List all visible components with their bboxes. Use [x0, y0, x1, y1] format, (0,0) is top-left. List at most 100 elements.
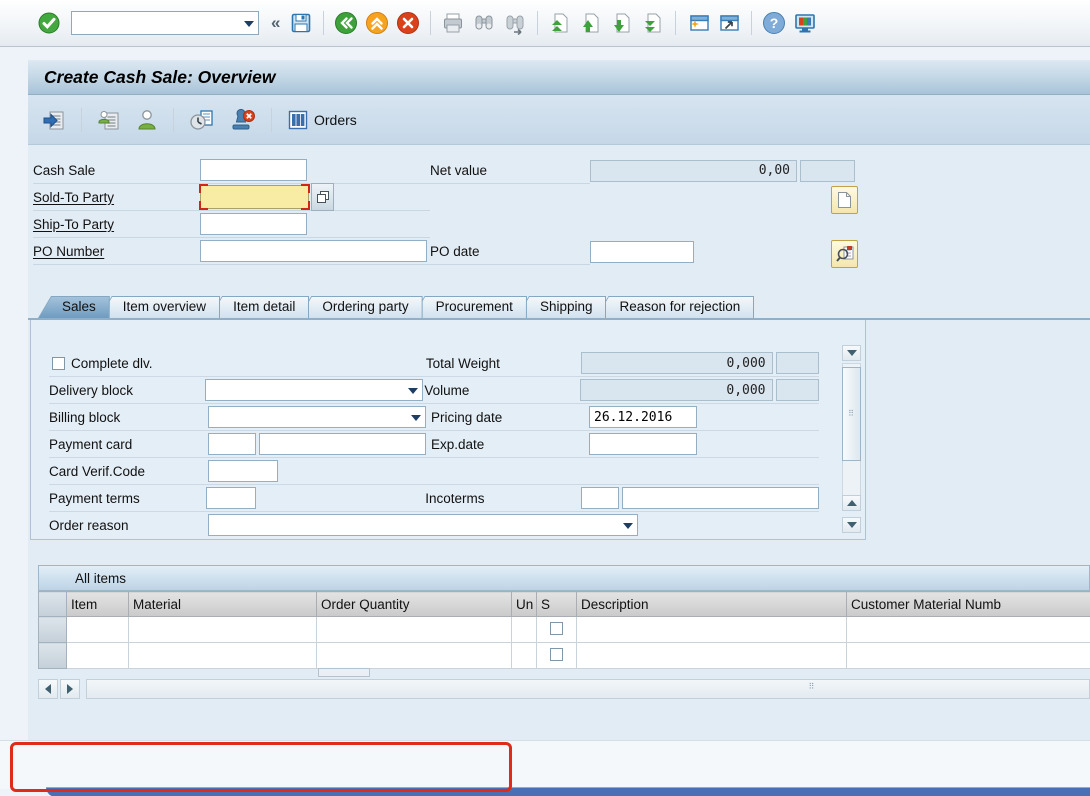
tab-procurement[interactable]: Procurement [412, 296, 527, 318]
scroll-down-button[interactable] [842, 517, 861, 533]
find-next-button[interactable] [502, 10, 528, 36]
col-description[interactable]: Description [577, 592, 847, 617]
tab-ordering-party[interactable]: Ordering party [298, 296, 422, 318]
billing-block-dropdown[interactable] [208, 406, 426, 428]
scroll-top-button[interactable] [842, 345, 861, 361]
search-proposal-button[interactable] [831, 240, 858, 268]
continue-check-button[interactable] [36, 10, 62, 36]
card-verif-code-input[interactable] [208, 460, 278, 482]
s-checkbox[interactable] [550, 622, 563, 635]
cell-un[interactable] [512, 617, 537, 643]
ship-to-party-label[interactable]: Ship-To Party [33, 211, 200, 238]
cell-order-quantity[interactable] [317, 643, 512, 669]
create-document-button[interactable] [831, 186, 858, 214]
vertical-scrollbar[interactable]: ⠿ [842, 345, 861, 539]
complete-dlv-checkbox[interactable] [52, 357, 65, 370]
incoterms-location-input[interactable] [622, 487, 819, 509]
payment-card-row: Payment card Exp.date [49, 431, 819, 458]
card-verif-code-label: Card Verif.Code [49, 464, 208, 479]
exp-date-input[interactable] [589, 433, 697, 455]
cell-item[interactable] [67, 643, 129, 669]
save-button[interactable] [288, 10, 314, 36]
display-partner-button[interactable] [93, 106, 125, 134]
payment-card-number-input[interactable] [259, 433, 426, 455]
select-all-header[interactable] [39, 592, 67, 617]
billing-block-row: Billing block Pricing date [49, 404, 819, 431]
payment-terms-input[interactable] [206, 487, 256, 509]
cell-item[interactable] [67, 617, 129, 643]
new-session-button[interactable] [685, 10, 711, 36]
command-field[interactable] [71, 11, 259, 35]
cell-description[interactable] [577, 643, 847, 669]
cell-material[interactable] [129, 643, 317, 669]
scroll-left-button[interactable] [38, 679, 58, 699]
order-reason-dropdown[interactable] [208, 514, 638, 536]
s-checkbox[interactable] [550, 648, 563, 661]
po-number-label[interactable]: PO Number [33, 238, 200, 265]
cash-sale-input[interactable] [200, 159, 307, 181]
print-button[interactable] [440, 10, 466, 36]
scroll-up-button[interactable] [842, 495, 861, 511]
tab-item-overview[interactable]: Item overview [99, 296, 220, 318]
incoterms-code-input[interactable] [581, 487, 619, 509]
reject-document-button[interactable] [226, 106, 260, 134]
table-scrollbar-thumb[interactable] [318, 668, 370, 677]
scroll-right-button[interactable] [60, 679, 80, 699]
cell-un[interactable] [512, 643, 537, 669]
payment-card-type-input[interactable] [208, 433, 256, 455]
back-button[interactable] [333, 10, 359, 36]
collapse-toolbar-button[interactable]: « [268, 13, 283, 33]
col-un[interactable]: Un [512, 592, 537, 617]
sold-to-party-field[interactable] [200, 185, 309, 209]
document-flow-button[interactable] [38, 106, 70, 134]
sold-to-row: Sold-To Party [28, 184, 1090, 211]
orders-button[interactable]: Orders [283, 107, 361, 133]
row-selector[interactable] [39, 643, 67, 669]
col-s[interactable]: S [537, 592, 577, 617]
pricing-date-input[interactable] [589, 406, 697, 428]
po-date-input[interactable] [590, 241, 694, 263]
po-number-input[interactable] [200, 240, 427, 262]
tab-shipping[interactable]: Shipping [516, 296, 607, 318]
sold-to-party-label[interactable]: Sold-To Party [33, 184, 200, 211]
find-button[interactable] [471, 10, 497, 36]
person-icon [136, 108, 158, 132]
col-material[interactable]: Material [129, 592, 317, 617]
col-order-quantity[interactable]: Order Quantity [317, 592, 512, 617]
command-input[interactable] [77, 15, 240, 32]
previous-page-button[interactable] [578, 10, 604, 36]
col-item[interactable]: Item [67, 592, 129, 617]
sold-to-party-input[interactable] [201, 186, 308, 208]
last-page-button[interactable] [640, 10, 666, 36]
all-items-title: All items [75, 571, 126, 586]
exit-button[interactable] [364, 10, 390, 36]
first-page-button[interactable] [547, 10, 573, 36]
binoculars-next-icon [503, 11, 527, 35]
back-icon [334, 11, 358, 35]
hscrollbar-track[interactable]: ⠿ [86, 679, 1090, 699]
cell-customer-material[interactable] [847, 643, 1090, 669]
tab-sales[interactable]: Sales [38, 296, 110, 318]
delivery-block-dropdown[interactable] [205, 379, 423, 401]
next-page-button[interactable] [609, 10, 635, 36]
col-customer-material[interactable]: Customer Material Numb [847, 592, 1090, 617]
cell-description[interactable] [577, 617, 847, 643]
cell-customer-material[interactable] [847, 617, 1090, 643]
cell-material[interactable] [129, 617, 317, 643]
tab-reason-for-rejection[interactable]: Reason for rejection [595, 296, 754, 318]
create-shortcut-button[interactable] [716, 10, 742, 36]
cell-order-quantity[interactable] [317, 617, 512, 643]
value-help-button[interactable] [311, 183, 334, 211]
cancel-button[interactable] [395, 10, 421, 36]
tab-item-detail[interactable]: Item detail [209, 296, 309, 318]
ship-to-party-input[interactable] [200, 213, 307, 235]
status-overview-button[interactable] [185, 106, 219, 134]
command-dropdown-icon[interactable] [244, 21, 254, 27]
customize-layout-button[interactable] [792, 10, 818, 36]
row-selector[interactable] [39, 617, 67, 643]
help-button[interactable]: ? [761, 10, 787, 36]
display-customer-button[interactable] [132, 106, 162, 134]
net-value-field: 0,00 [590, 160, 797, 182]
po-date-label[interactable]: PO date [430, 238, 590, 265]
scrollbar-thumb[interactable]: ⠿ [842, 367, 861, 461]
